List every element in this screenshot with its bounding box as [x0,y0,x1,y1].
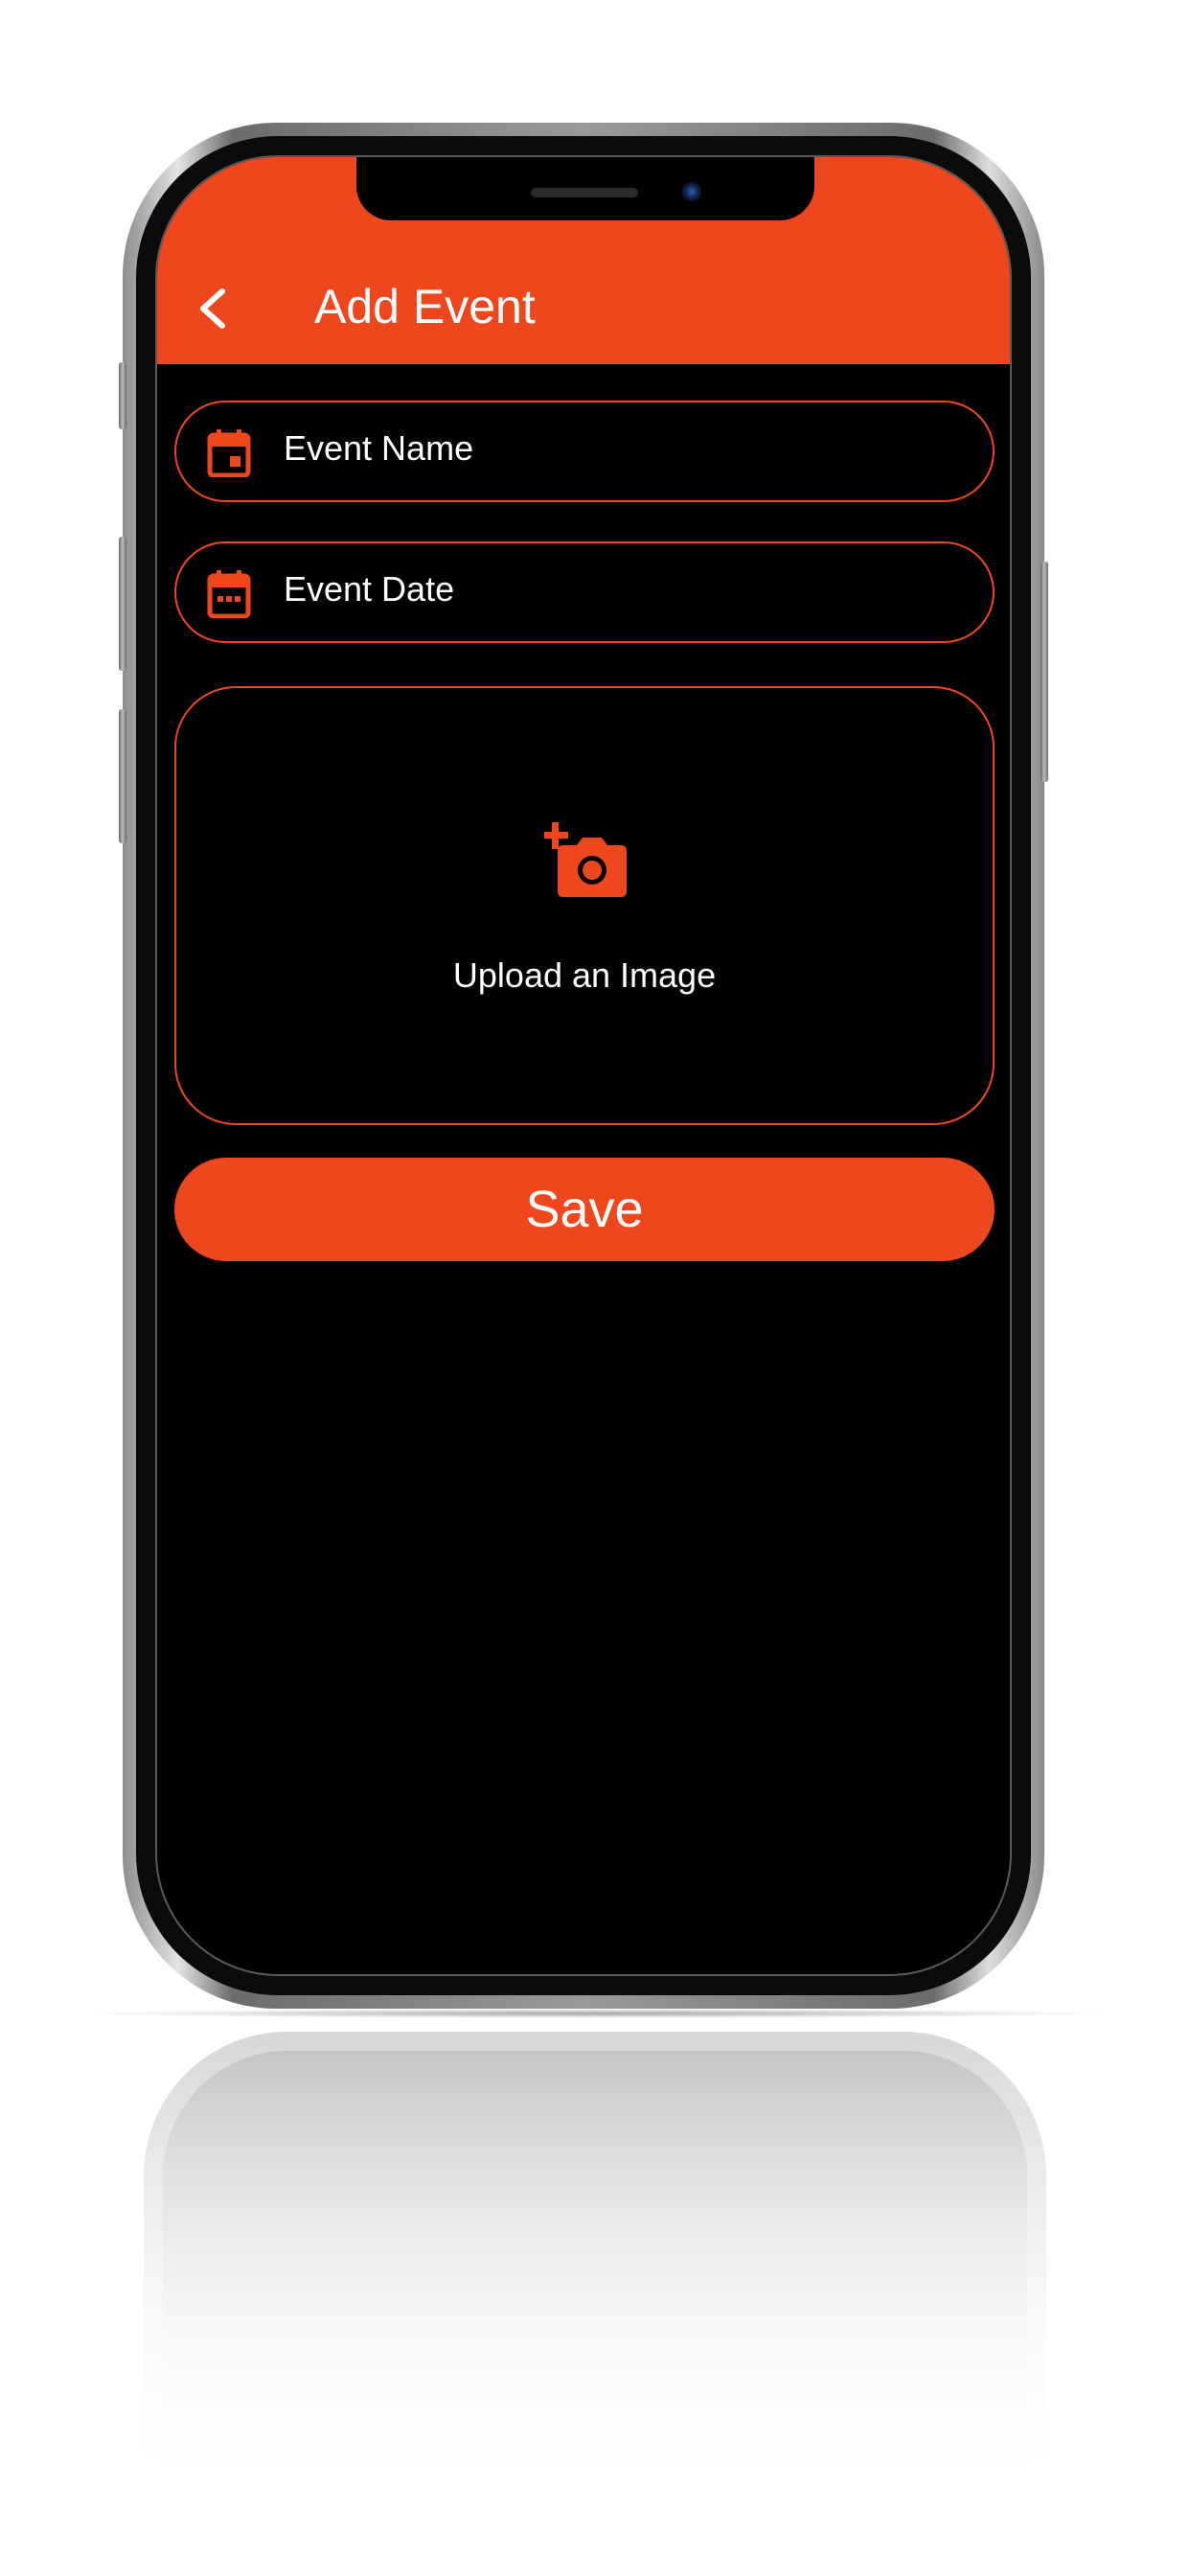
speaker-grille [531,188,638,197]
upload-image-label: Upload an Image [452,955,717,995]
calendar-date-icon [207,570,251,618]
add-photo-camera-icon [544,822,627,897]
power-button [1041,562,1048,782]
upload-image-area[interactable]: Upload an Image [174,686,995,1125]
front-camera [682,182,701,201]
event-name-field[interactable]: Event Name [174,401,995,502]
calendar-event-icon [207,429,251,477]
volume-down-button [119,709,126,843]
event-name-placeholder: Event Name [284,428,474,468]
page-title: Add Event [314,280,536,334]
volume-up-button [119,537,126,671]
event-date-placeholder: Event Date [284,569,455,609]
notch [356,157,814,220]
event-date-field[interactable]: Event Date [174,541,995,643]
silent-switch [119,362,126,429]
chevron-left-icon[interactable] [195,288,230,330]
phone-screen: Add Event Event Name Event Date Upload a… [155,155,1012,1976]
reflection-fade [115,2012,1075,2511]
save-button[interactable]: Save [174,1158,995,1261]
